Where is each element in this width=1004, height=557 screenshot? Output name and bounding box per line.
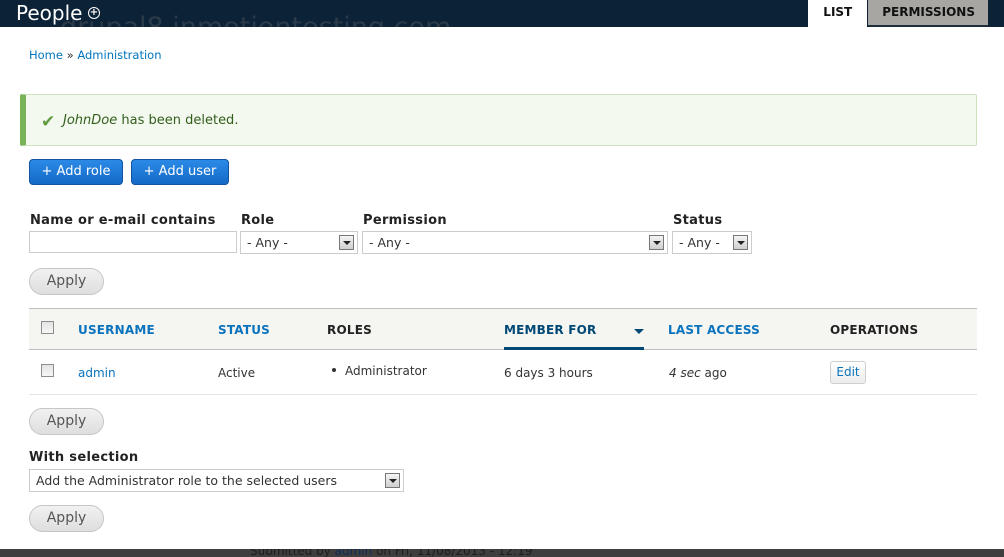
status-filter-select[interactable]: - Any - <box>672 231 752 254</box>
chevron-down-icon <box>649 235 664 250</box>
primary-tabs: LIST PERMISSIONS <box>808 0 988 27</box>
column-status[interactable]: STATUS <box>218 323 270 337</box>
toolbar-header: drupal8.inmotiontesting.com People + LIS… <box>0 0 1004 27</box>
column-username[interactable]: USERNAME <box>78 323 155 337</box>
user-roles: Administrator <box>332 364 427 378</box>
name-filter-input[interactable] <box>29 231 237 253</box>
column-operations: OPERATIONS <box>830 323 919 337</box>
status-message-text: JohnDoe has been deleted. <box>63 113 238 128</box>
select-all-checkbox[interactable] <box>41 321 54 334</box>
bulk-action-value: Add the Administrator role to the select… <box>36 473 338 488</box>
bulk-apply-button[interactable]: Apply <box>29 505 104 532</box>
permission-filter-select[interactable]: - Any - <box>362 231 668 254</box>
background-page-footer: Submitted by admin on Fri, 11/08/2013 - … <box>0 549 1004 557</box>
last-access: 4 sec ago <box>669 366 727 380</box>
permission-filter-value: - Any - <box>369 235 410 250</box>
column-last-access[interactable]: LAST ACCESS <box>668 323 760 337</box>
name-filter-label: Name or e-mail contains <box>30 213 216 228</box>
breadcrumb: Home » Administration <box>29 48 161 62</box>
row-select-checkbox[interactable] <box>41 364 54 377</box>
table-row: admin Active Administrator 6 days 3 hour… <box>29 350 977 395</box>
status-message: ✔ JohnDoe has been deleted. <box>20 94 977 146</box>
last-access-suffix: ago <box>704 366 727 380</box>
submitted-date: on Fri, 11/08/2013 - 12:19 <box>376 549 533 557</box>
users-table: USERNAME STATUS ROLES MEMBER FOR LAST AC… <box>29 308 977 395</box>
column-roles: ROLES <box>327 323 372 337</box>
member-for: 6 days 3 hours <box>504 366 593 380</box>
table-header: USERNAME STATUS ROLES MEMBER FOR LAST AC… <box>29 308 977 350</box>
chevron-down-icon <box>385 473 400 488</box>
message-body: has been deleted. <box>121 113 239 128</box>
role-filter-value: - Any - <box>247 235 288 250</box>
bulk-action-select[interactable]: Add the Administrator role to the select… <box>29 469 404 492</box>
column-member-for[interactable]: MEMBER FOR <box>504 323 596 337</box>
add-role-button[interactable]: + Add role <box>29 159 123 185</box>
page-title: People <box>16 1 83 25</box>
bullet-icon <box>332 367 336 372</box>
submitted-by-text: Submitted by admin on Fri, 11/08/2013 - … <box>250 549 532 557</box>
background-site-name: drupal8.inmotiontesting.com <box>60 12 451 27</box>
breadcrumb-administration[interactable]: Administration <box>77 48 161 62</box>
deleted-username: JohnDoe <box>63 113 118 128</box>
add-user-button[interactable]: + Add user <box>131 159 229 185</box>
with-selection-label: With selection <box>29 450 139 465</box>
status-filter-value: - Any - <box>679 235 720 250</box>
tab-list[interactable]: LIST <box>808 0 868 27</box>
submitted-prefix: Submitted by <box>250 549 331 557</box>
user-status: Active <box>218 366 256 380</box>
add-shortcut-icon[interactable]: + <box>88 7 100 19</box>
sort-descending-icon[interactable] <box>634 329 644 334</box>
check-icon: ✔ <box>41 112 56 132</box>
tab-permissions[interactable]: PERMISSIONS <box>868 0 988 27</box>
role-filter-select[interactable]: - Any - <box>240 231 358 254</box>
role-item: Administrator <box>345 364 427 378</box>
submitted-author: admin <box>334 549 373 557</box>
breadcrumb-separator: » <box>66 48 74 62</box>
permission-filter-label: Permission <box>363 213 447 228</box>
breadcrumb-home[interactable]: Home <box>29 48 63 62</box>
username-link[interactable]: admin <box>78 366 116 380</box>
edit-button[interactable]: Edit <box>830 361 866 384</box>
chevron-down-icon <box>733 235 748 250</box>
filter-apply-button[interactable]: Apply <box>29 268 104 295</box>
last-access-value: 4 sec <box>669 366 701 380</box>
role-filter-label: Role <box>241 213 275 228</box>
chevron-down-icon <box>339 235 354 250</box>
table-apply-button[interactable]: Apply <box>29 408 104 435</box>
status-filter-label: Status <box>673 213 723 228</box>
